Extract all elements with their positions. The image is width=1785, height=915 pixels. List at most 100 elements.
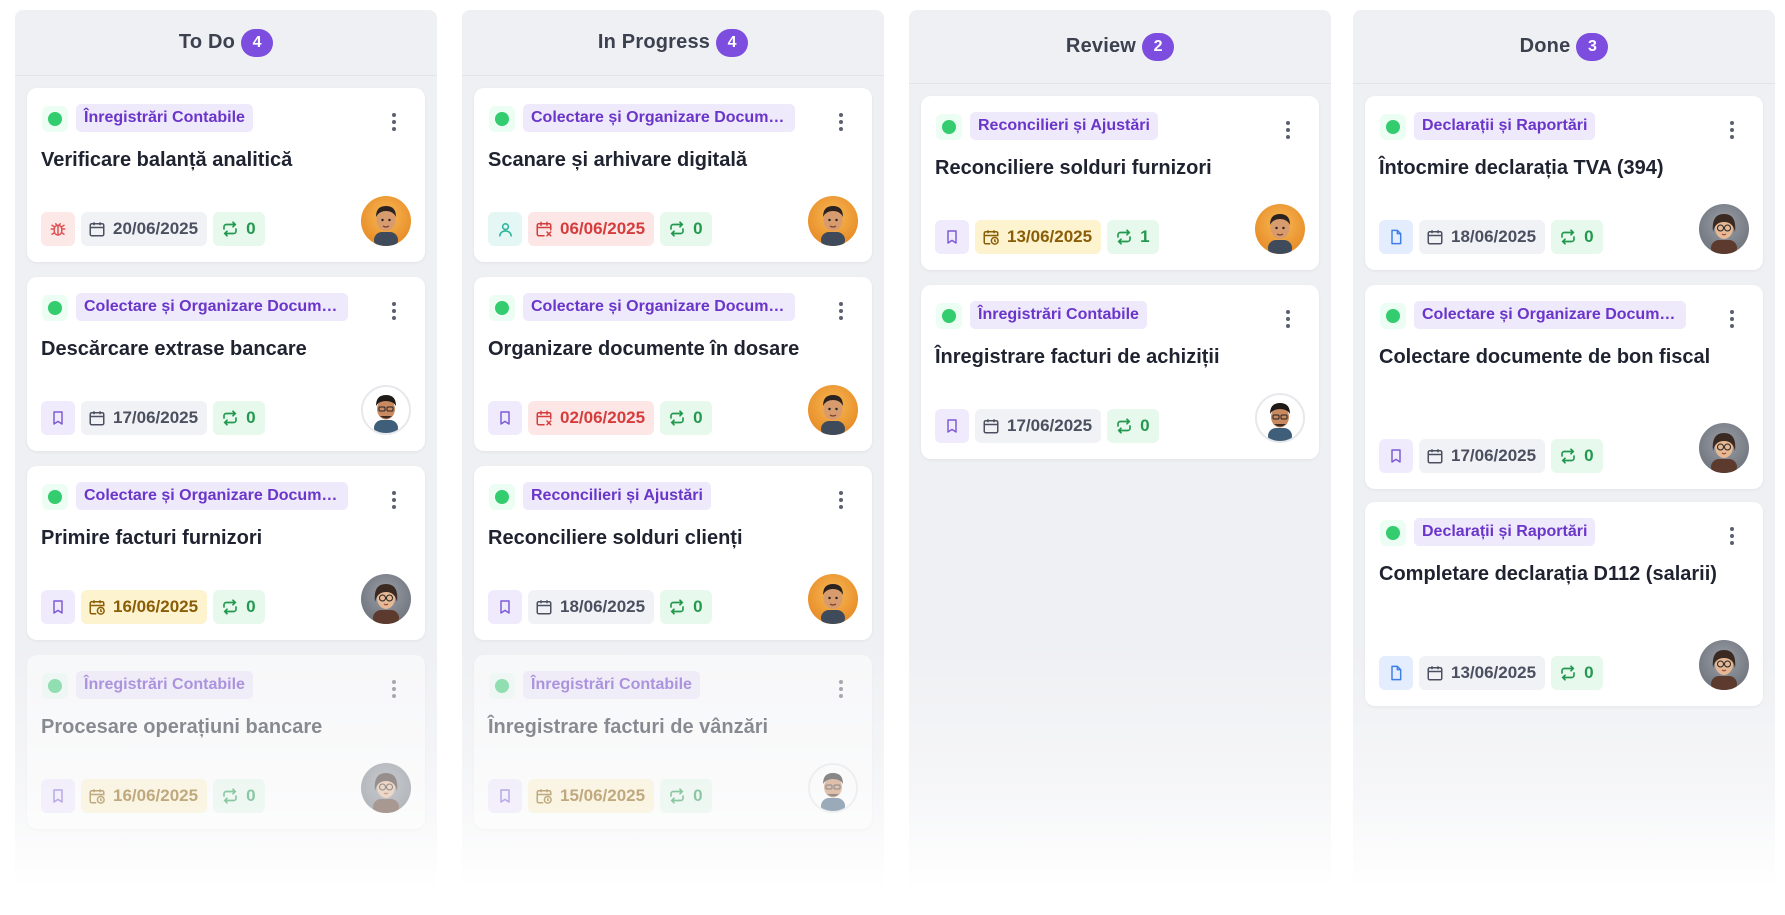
calendar-icon xyxy=(1427,449,1443,464)
card-title: Înregistrare facturi de vânzări xyxy=(488,716,769,738)
assignee-avatar[interactable] xyxy=(1699,204,1749,254)
task-card[interactable]: Înregistrări Contabile Procesare operați… xyxy=(27,655,425,829)
repeat-counter: 0 xyxy=(213,590,265,624)
task-card[interactable]: Reconcilieri și Ajustări Reconciliere so… xyxy=(474,466,872,640)
calendar-icon xyxy=(536,600,552,615)
due-date-text: 16/06/2025 xyxy=(113,597,199,616)
category-tag: Colectare și Organizare Documente xyxy=(523,293,795,321)
card-title: Colectare documente de bon fiscal xyxy=(1379,346,1711,368)
category-tag: Reconcilieri și Ajustări xyxy=(970,112,1158,140)
more-options-icon[interactable] xyxy=(832,110,850,134)
repeat-counter: 0 xyxy=(1551,439,1603,473)
card-title: Verificare balanță analitică xyxy=(41,149,293,171)
task-card[interactable]: Colectare și Organizare Documente Scanar… xyxy=(474,88,872,262)
status-indicator xyxy=(936,114,962,140)
due-date-text: 13/06/2025 xyxy=(1007,227,1093,246)
card-meta: 16/06/2025 0 xyxy=(41,779,265,813)
category-tag: Înregistrări Contabile xyxy=(523,671,700,699)
more-options-icon[interactable] xyxy=(1723,118,1741,142)
task-card[interactable]: Colectare și Organizare Documente Colect… xyxy=(1365,285,1763,489)
bookmark-icon xyxy=(1379,439,1413,473)
user-icon xyxy=(488,212,522,246)
count-badge: 2 xyxy=(1142,32,1175,61)
card-title: Procesare operațiuni bancare xyxy=(41,716,323,738)
task-card[interactable]: Înregistrări Contabile Verificare balanț… xyxy=(27,88,425,262)
category-tag: Înregistrări Contabile xyxy=(76,104,253,132)
due-date-text: 18/06/2025 xyxy=(560,597,646,616)
more-options-icon[interactable] xyxy=(385,110,403,134)
more-options-icon[interactable] xyxy=(832,488,850,512)
bookmark-icon xyxy=(935,409,969,443)
assignee-avatar[interactable] xyxy=(1255,204,1305,254)
card-title: Primire facturi furnizori xyxy=(41,527,263,549)
bookmark-icon xyxy=(488,779,522,813)
task-card[interactable]: Declarații și Raportări Completare decla… xyxy=(1365,502,1763,706)
due-date: 16/06/2025 xyxy=(81,590,208,624)
more-options-icon[interactable] xyxy=(1279,307,1297,331)
calendar-icon xyxy=(1427,666,1443,681)
assignee-avatar[interactable] xyxy=(1255,393,1305,443)
repeat-count: 0 xyxy=(693,786,703,805)
assignee-avatar[interactable] xyxy=(361,574,411,624)
status-indicator xyxy=(1380,114,1406,140)
card-meta: 13/06/2025 0 xyxy=(1379,656,1603,690)
due-date: 18/06/2025 xyxy=(528,590,655,624)
bug-icon xyxy=(41,212,75,246)
assignee-avatar[interactable] xyxy=(808,763,858,813)
calendar-icon xyxy=(1427,230,1443,245)
repeat-count: 1 xyxy=(1140,227,1150,246)
card-meta: 18/06/2025 0 xyxy=(488,590,712,624)
repeat-icon xyxy=(1561,448,1575,464)
due-date: 13/06/2025 xyxy=(1419,656,1546,690)
due-date-text: 13/06/2025 xyxy=(1451,663,1537,682)
assignee-avatar[interactable] xyxy=(808,574,858,624)
assignee-avatar[interactable] xyxy=(361,196,411,246)
repeat-icon xyxy=(670,599,684,615)
task-card[interactable]: Declarații și Raportări Întocmire declar… xyxy=(1365,96,1763,270)
task-card[interactable]: Înregistrări Contabile Înregistrare fact… xyxy=(921,285,1319,459)
assignee-avatar[interactable] xyxy=(361,385,411,435)
repeat-icon xyxy=(1561,229,1575,245)
category-tag: Colectare și Organizare Documente xyxy=(76,293,348,321)
task-card[interactable]: Înregistrări Contabile Înregistrare fact… xyxy=(474,655,872,829)
assignee-avatar[interactable] xyxy=(1699,640,1749,690)
assignee-avatar[interactable] xyxy=(808,196,858,246)
calendar-icon xyxy=(89,411,105,426)
repeat-count: 0 xyxy=(1584,663,1594,682)
card-meta: 02/06/2025 0 xyxy=(488,401,712,435)
category-tag: Colectare și Organizare Documente xyxy=(1414,301,1686,329)
repeat-icon xyxy=(223,599,237,615)
calendar-icon xyxy=(983,419,999,434)
column-header: To Do 4 xyxy=(15,10,437,76)
more-options-icon[interactable] xyxy=(385,488,403,512)
status-indicator xyxy=(42,295,68,321)
category-tag: Înregistrări Contabile xyxy=(970,301,1147,329)
task-card[interactable]: Colectare și Organizare Documente Organi… xyxy=(474,277,872,451)
assignee-avatar[interactable] xyxy=(1699,423,1749,473)
repeat-count: 0 xyxy=(693,408,703,427)
due-date: 18/06/2025 xyxy=(1419,220,1546,254)
repeat-count: 0 xyxy=(693,597,703,616)
more-options-icon[interactable] xyxy=(832,299,850,323)
calendar-clock-icon xyxy=(89,789,105,804)
more-options-icon[interactable] xyxy=(832,677,850,701)
task-card[interactable]: Colectare și Organizare Documente Descăr… xyxy=(27,277,425,451)
card-meta: 18/06/2025 0 xyxy=(1379,220,1603,254)
more-options-icon[interactable] xyxy=(1279,118,1297,142)
assignee-avatar[interactable] xyxy=(361,763,411,813)
more-options-icon[interactable] xyxy=(385,677,403,701)
assignee-avatar[interactable] xyxy=(808,385,858,435)
calendar-x-icon xyxy=(536,221,552,237)
status-indicator xyxy=(42,673,68,699)
more-options-icon[interactable] xyxy=(1723,524,1741,548)
task-card[interactable]: Colectare și Organizare Documente Primir… xyxy=(27,466,425,640)
repeat-icon xyxy=(1561,665,1575,681)
status-indicator xyxy=(489,106,515,132)
more-options-icon[interactable] xyxy=(385,299,403,323)
more-options-icon[interactable] xyxy=(1723,307,1741,331)
task-card[interactable]: Reconcilieri și Ajustări Reconciliere so… xyxy=(921,96,1319,270)
column-title: In Progress xyxy=(597,31,711,53)
due-date: 17/06/2025 xyxy=(81,401,208,435)
repeat-icon xyxy=(670,221,684,237)
card-title: Organizare documente în dosare xyxy=(488,338,800,360)
